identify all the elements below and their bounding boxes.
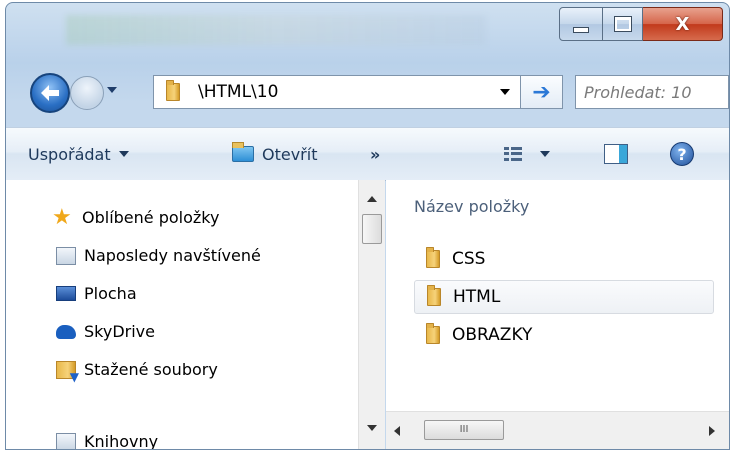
arrow-right-icon: ➔ (532, 79, 551, 105)
forward-button[interactable] (70, 76, 104, 110)
scroll-left-icon[interactable] (394, 426, 400, 436)
explorer-window: X \HTML\10 ➔ Prohledat: 10 Uspořádat Ote… (5, 2, 730, 450)
nav-item-label: Naposledy navštívené (84, 246, 261, 265)
recent-pages-dropdown-icon[interactable] (107, 87, 117, 93)
nav-item-libraries[interactable]: Knihovny (56, 432, 158, 449)
nav-item-favorites[interactable]: ★ Oblíbené položky (52, 204, 220, 230)
libraries-icon (56, 432, 76, 449)
back-button[interactable] (30, 73, 70, 113)
address-path[interactable]: \HTML\10 (198, 82, 278, 102)
go-button[interactable]: ➔ (521, 75, 563, 109)
list-item[interactable]: OBRAZKY (414, 318, 714, 352)
open-label: Otevřít (262, 144, 318, 164)
list-item[interactable]: CSS (414, 242, 714, 276)
desktop-icon (56, 286, 76, 301)
back-arrow-icon (41, 85, 59, 101)
scroll-thumb[interactable]: III (424, 420, 504, 440)
folder-icon (427, 285, 441, 306)
skydrive-icon (56, 324, 76, 339)
more-label: » (370, 144, 381, 164)
scroll-right-icon[interactable] (709, 426, 715, 436)
nav-item-desktop[interactable]: Plocha (56, 284, 137, 303)
caption-buttons: X (559, 7, 723, 41)
nav-item-label: Oblíbené položky (82, 208, 220, 227)
navigation-bar: \HTML\10 ➔ Prohledat: 10 (6, 69, 729, 113)
nav-item-skydrive[interactable]: SkyDrive (56, 322, 155, 341)
preview-pane-icon (604, 144, 628, 164)
navigation-pane-scrollbar[interactable] (358, 180, 385, 449)
folder-icon (166, 80, 180, 101)
organize-label: Uspořádat (28, 144, 111, 164)
address-dropdown-icon[interactable] (500, 89, 510, 95)
folder-icon (426, 323, 440, 344)
search-placeholder: Prohledat: 10 (584, 82, 692, 102)
change-view-button[interactable] (504, 128, 550, 180)
nav-item-recent-places[interactable]: Naposledy navštívené (56, 246, 261, 265)
maximize-icon (613, 16, 632, 32)
nav-item-label: SkyDrive (84, 322, 155, 341)
column-header-name[interactable]: Název položky (414, 197, 529, 216)
preview-pane-button[interactable] (604, 128, 628, 180)
file-name: OBRAZKY (452, 325, 533, 345)
file-name: CSS (452, 249, 486, 269)
folder-icon (426, 247, 440, 268)
open-button[interactable]: Otevřít (232, 128, 317, 180)
search-input[interactable]: Prohledat: 10 (575, 75, 729, 109)
file-list-scrollbar[interactable]: III (386, 411, 729, 449)
scroll-down-icon[interactable] (367, 425, 377, 431)
scroll-up-icon[interactable] (367, 196, 377, 202)
command-bar: Uspořádat Otevřít » ? (6, 127, 729, 181)
maximize-button[interactable] (603, 7, 643, 41)
scroll-thumb[interactable] (362, 214, 382, 244)
organize-button[interactable]: Uspořádat (28, 128, 129, 180)
chevron-down-icon (540, 151, 550, 157)
close-button[interactable]: X (643, 7, 723, 41)
list-item[interactable]: HTML (414, 280, 714, 314)
views-icon (504, 147, 522, 161)
navigation-pane: ★ Oblíbené položky Naposledy navštívené … (6, 180, 361, 449)
nav-item-label: Knihovny (84, 432, 159, 449)
more-commands-button[interactable]: » (370, 128, 380, 180)
address-bar[interactable]: \HTML\10 (153, 75, 521, 109)
nav-item-label: Stažené soubory (84, 360, 218, 379)
open-folder-icon (232, 142, 254, 162)
blurred-title-background (66, 15, 486, 45)
star-icon: ★ (52, 204, 72, 230)
close-icon: X (675, 13, 690, 35)
downloads-icon (56, 360, 79, 384)
file-list: Název položky CSS HTML OBRAZKY (386, 180, 729, 449)
help-icon: ? (670, 142, 694, 166)
nav-item-label: Plocha (84, 284, 137, 303)
help-button[interactable]: ? (670, 128, 694, 180)
nav-item-downloads[interactable]: Stažené soubory (56, 360, 218, 384)
minimize-icon (573, 27, 589, 33)
file-name: HTML (453, 287, 501, 307)
recent-places-icon (56, 246, 76, 265)
minimize-button[interactable] (559, 7, 603, 41)
chevron-down-icon (118, 151, 129, 157)
